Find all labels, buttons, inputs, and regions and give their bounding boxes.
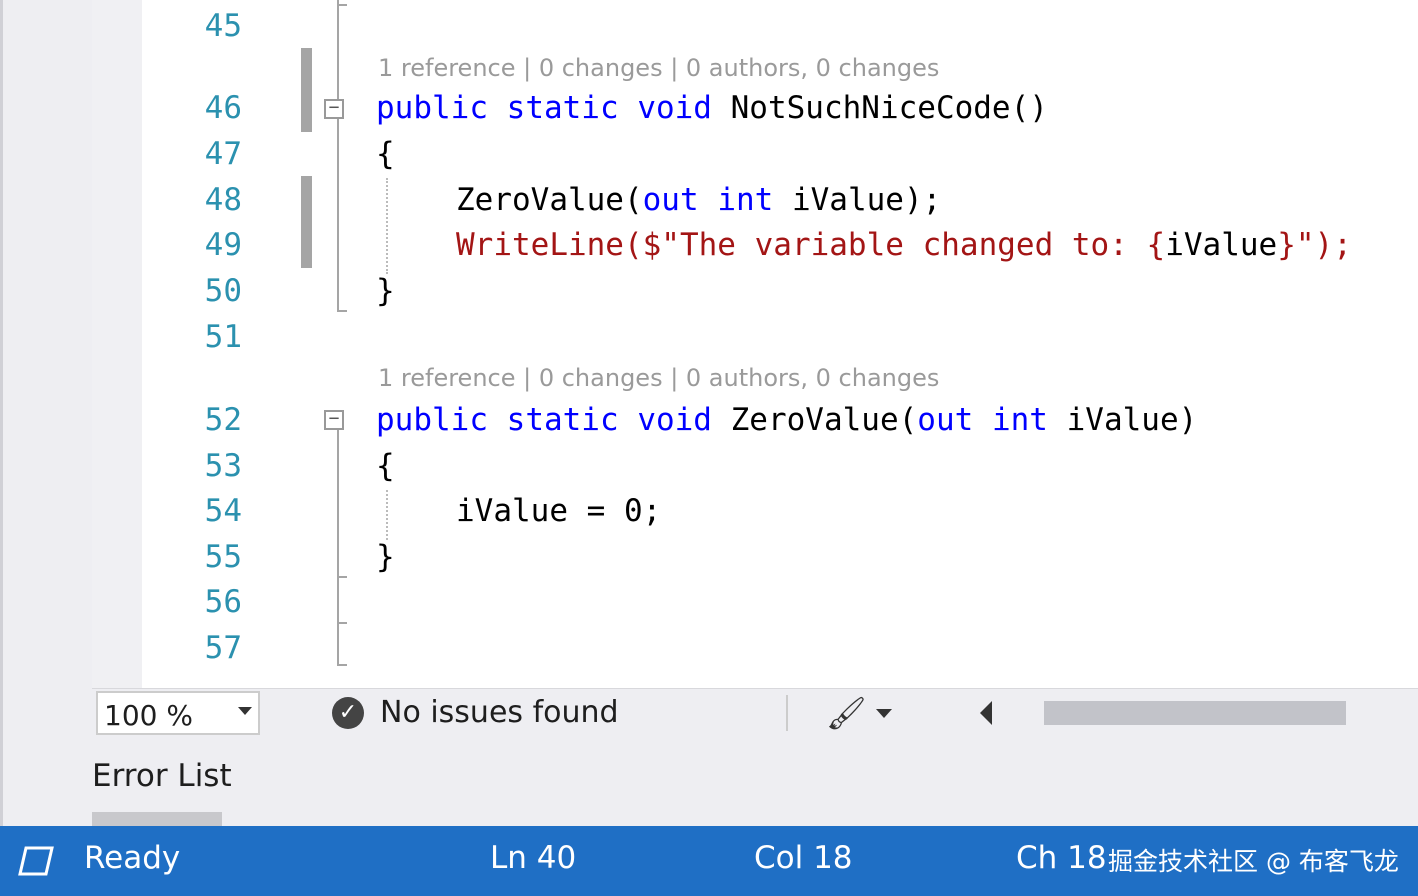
- zoom-value: 100 %: [104, 699, 193, 732]
- code-line[interactable]: WriteLine($"The variable changed to: {iV…: [376, 225, 1352, 265]
- outline-end: [337, 310, 347, 312]
- brush-icon[interactable]: 🖌︎: [826, 695, 867, 731]
- outline-end: [337, 664, 347, 666]
- code-line[interactable]: public static void NotSuchNiceCode(): [376, 88, 1048, 128]
- output-window-icon[interactable]: [18, 846, 54, 876]
- code-line[interactable]: {: [376, 446, 395, 486]
- issues-status[interactable]: No issues found: [380, 695, 619, 730]
- code-line[interactable]: }: [376, 537, 395, 577]
- chevron-down-icon: [238, 707, 252, 715]
- status-ready: Ready: [84, 840, 181, 876]
- error-list-tab[interactable]: Error List: [92, 758, 232, 794]
- line-number: 47: [204, 136, 242, 172]
- collapse-toggle[interactable]: −: [324, 99, 344, 119]
- open-brace: {: [376, 136, 395, 172]
- keyword: int: [991, 402, 1048, 438]
- line-number: 50: [204, 273, 242, 309]
- code-editor[interactable]: 45 46 47 48 49 50 51 52 53 54 55 56 57 −…: [92, 0, 1418, 688]
- line-number: 46: [204, 90, 242, 126]
- line-number: 49: [204, 227, 242, 263]
- check-circle-icon[interactable]: ✓: [332, 697, 364, 729]
- method-call: ZeroValue(: [456, 182, 643, 218]
- window-edge: [0, 0, 3, 826]
- close-brace: }: [376, 273, 395, 309]
- keyword: public: [376, 402, 488, 438]
- outline-line: [337, 410, 339, 666]
- keyword: static: [506, 90, 619, 126]
- open-brace: {: [376, 448, 395, 484]
- collapse-toggle[interactable]: −: [324, 410, 344, 430]
- chevron-down-icon[interactable]: [876, 709, 892, 718]
- line-number: 51: [204, 319, 242, 355]
- indicator-margin: [92, 0, 142, 688]
- string-literal-end: }");: [1277, 227, 1352, 263]
- status-line[interactable]: Ln 40: [490, 840, 576, 876]
- divider: [786, 695, 788, 731]
- code-line[interactable]: ZeroValue(out int iValue);: [376, 180, 941, 220]
- line-number: 54: [204, 493, 242, 529]
- argument: iValue);: [791, 182, 942, 218]
- method-signature: NotSuchNiceCode(): [730, 90, 1048, 126]
- code-line[interactable]: }: [376, 271, 395, 311]
- scroll-left-icon[interactable]: [980, 701, 992, 725]
- codelens-info[interactable]: 1 reference | 0 changes | 0 authors, 0 c…: [378, 362, 939, 394]
- outline-end: [337, 622, 347, 624]
- code-line[interactable]: public static void ZeroValue(out int iVa…: [376, 400, 1197, 440]
- codelens-info[interactable]: 1 reference | 0 changes | 0 authors, 0 c…: [378, 52, 939, 84]
- outline-end: [337, 4, 347, 6]
- line-number: 55: [204, 539, 242, 575]
- outline-end: [337, 576, 347, 578]
- line-number: 45: [204, 8, 242, 44]
- line-number: 52: [204, 402, 242, 438]
- line-number: 48: [204, 182, 242, 218]
- zoom-dropdown[interactable]: 100 %: [96, 691, 260, 735]
- tab-indicator: [92, 812, 222, 826]
- code-line[interactable]: {: [376, 134, 395, 174]
- line-number: 57: [204, 630, 242, 666]
- parameter: iValue): [1066, 402, 1198, 438]
- status-char[interactable]: Ch 18: [1016, 840, 1107, 876]
- keyword: void: [637, 402, 712, 438]
- outline-line: [337, 0, 339, 310]
- horizontal-scrollbar-thumb[interactable]: [1044, 701, 1346, 725]
- status-bar: Ready Ln 40 Col 18 Ch 18 掘金技术社区 @ 布客飞龙: [0, 826, 1418, 896]
- change-indicator: [301, 176, 312, 268]
- keyword: static: [506, 402, 619, 438]
- interpolated-variable: iValue: [1165, 227, 1278, 263]
- watermark: 掘金技术社区 @ 布客飞龙: [1108, 847, 1399, 876]
- line-number: 53: [204, 448, 242, 484]
- code-line[interactable]: iValue = 0;: [376, 491, 661, 531]
- keyword: public: [376, 90, 488, 126]
- line-number: 56: [204, 584, 242, 620]
- status-column[interactable]: Col 18: [754, 840, 853, 876]
- string-literal: WriteLine($"The variable changed to: {: [456, 227, 1166, 263]
- method-name: ZeroValue(: [730, 402, 918, 438]
- keyword: out: [642, 182, 699, 218]
- assignment: iValue = 0;: [456, 493, 662, 529]
- keyword: void: [637, 90, 712, 126]
- close-brace: }: [376, 539, 395, 575]
- left-tool-strip: [0, 0, 92, 826]
- keyword: int: [717, 182, 774, 218]
- keyword: out: [917, 402, 974, 438]
- change-indicator: [301, 48, 312, 132]
- editor-status-strip: 100 % ✓ No issues found 🖌︎: [92, 688, 1418, 739]
